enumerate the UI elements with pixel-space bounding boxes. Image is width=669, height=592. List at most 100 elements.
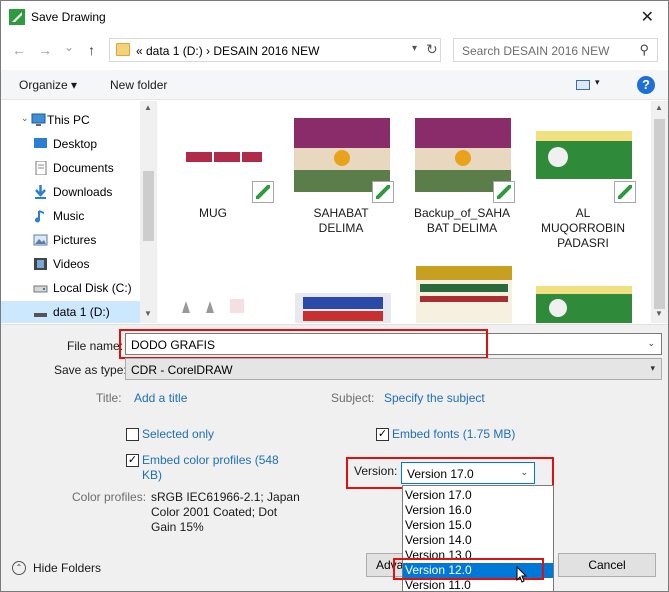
scroll-down-icon[interactable]: ▼: [144, 309, 152, 318]
file-tile[interactable]: SAHABAT DELIMA: [286, 101, 396, 241]
file-name: PADASRI: [557, 236, 609, 250]
folder-icon: [116, 43, 130, 56]
cdr-file-icon: [614, 181, 636, 203]
chevron-down-icon[interactable]: ▾: [412, 43, 417, 54]
address-bar[interactable]: « data 1 (D:) › DESAIN 2016 NEW ▾ ↻: [109, 38, 441, 62]
nav-item-downloads[interactable]: Downloads: [1, 181, 141, 203]
pictures-icon: [33, 234, 48, 246]
nav-item-documents[interactable]: Documents: [1, 157, 141, 179]
nav-label: Music: [53, 209, 85, 223]
help-icon[interactable]: ?: [637, 76, 655, 94]
file-name: MUG: [199, 206, 227, 220]
window-title: Save Drawing: [31, 10, 106, 24]
file-name: AL: [575, 206, 591, 220]
nav-item-local-disk-c[interactable]: Local Disk (C:): [1, 277, 141, 299]
toolbar: Organize ▾ New folder ▾ ?: [1, 70, 668, 100]
nav-item-pictures[interactable]: Pictures: [1, 229, 141, 251]
embed-color-profiles-label-line2[interactable]: KB): [142, 468, 162, 482]
chevron-down-icon[interactable]: ▾: [650, 363, 655, 374]
file-name: Backup_of_SAHA: [413, 206, 511, 220]
nav-label: Videos: [53, 257, 90, 271]
title-label: Title:: [96, 391, 122, 405]
cancel-button[interactable]: Cancel: [558, 553, 656, 577]
drive-icon: [33, 285, 48, 293]
color-profiles-value-line3: Gain 15%: [151, 520, 204, 534]
scroll-up-icon[interactable]: ▲: [655, 103, 663, 112]
documents-icon: [35, 161, 47, 175]
search-input[interactable]: Search DESAIN 2016 NEW ⚲: [453, 38, 658, 62]
save-as-type-select[interactable]: CDR - CorelDRAW ▾: [125, 358, 662, 380]
nav-label: Downloads: [53, 185, 113, 199]
add-title-link[interactable]: Add a title: [134, 391, 187, 405]
scrollbar-thumb[interactable]: [654, 119, 665, 309]
downloads-icon: [35, 185, 46, 199]
color-profiles-label: Color profiles:: [72, 490, 147, 504]
view-dropdown-icon[interactable]: ▾: [595, 77, 600, 88]
version-option[interactable]: Version 15.0: [403, 518, 553, 533]
embed-color-profiles-checkbox[interactable]: ✓: [126, 454, 139, 467]
refresh-icon[interactable]: ↻: [426, 41, 438, 58]
nav-scrollbar[interactable]: ▲ ▼: [140, 101, 157, 323]
change-view-icon[interactable]: [576, 80, 590, 90]
version-option[interactable]: Version 11.0: [403, 578, 553, 591]
nav-item-data-d[interactable]: data 1 (D:): [1, 301, 141, 323]
nav-label: data 1 (D:): [53, 305, 110, 319]
highlight-box: [119, 329, 488, 359]
nav-label: Documents: [53, 161, 114, 175]
chevron-down-icon[interactable]: ⌄: [647, 338, 655, 349]
forward-arrow-icon[interactable]: →: [38, 42, 52, 58]
file-name-label: File name:: [67, 339, 124, 353]
nav-item-music[interactable]: Music: [1, 205, 141, 227]
breadcrumb[interactable]: « data 1 (D:) › DESAIN 2016 NEW: [136, 44, 319, 58]
new-folder-button[interactable]: New folder: [110, 78, 167, 92]
file-thumbnail[interactable]: [295, 293, 391, 323]
subject-label: Subject:: [331, 391, 375, 405]
cdr-file-icon: [372, 181, 394, 203]
file-grid: MUG SAHABAT DELIMA Backup_of_SAHA BAT DE…: [158, 101, 651, 323]
chevron-down-icon[interactable]: ⌄: [21, 113, 29, 124]
save-as-type-value: CDR - CorelDRAW: [131, 363, 233, 377]
nav-item-this-pc[interactable]: ⌄ This PC: [1, 109, 141, 131]
nav-label: This PC: [47, 113, 90, 127]
file-thumbnail[interactable]: [174, 293, 244, 323]
embed-fonts-label[interactable]: Embed fonts (1.75 MB): [392, 427, 515, 441]
embed-fonts-checkbox[interactable]: ✓: [376, 428, 389, 441]
specify-subject-link[interactable]: Specify the subject: [384, 391, 485, 405]
save-as-type-label: Save as type:: [54, 363, 127, 377]
back-arrow-icon[interactable]: ←: [12, 42, 26, 58]
title-bar: Save Drawing ✕: [1, 1, 668, 31]
nav-label: Local Disk (C:): [53, 281, 132, 295]
navigation-pane: ⌄ This PC Desktop Documents Downloads Mu…: [1, 101, 157, 323]
hide-folders-icon[interactable]: ⌃: [12, 561, 26, 575]
embed-color-profiles-label[interactable]: Embed color profiles (548: [142, 453, 279, 467]
file-tile[interactable]: MUG: [158, 101, 274, 241]
scroll-up-icon[interactable]: ▲: [144, 103, 152, 112]
nav-label: Desktop: [53, 137, 98, 151]
color-profiles-value-line2: Color 2001 Coated; Dot: [151, 505, 278, 519]
version-option[interactable]: Version 17.0: [403, 488, 553, 503]
version-option[interactable]: Version 16.0: [403, 503, 553, 518]
scroll-down-icon[interactable]: ▼: [655, 309, 663, 318]
version-option[interactable]: Version 14.0: [403, 533, 553, 548]
file-grid-scrollbar[interactable]: ▲ ▼: [651, 101, 668, 323]
file-tile[interactable]: AL MUQORROBIN PADASRI: [528, 101, 638, 261]
recent-locations-icon[interactable]: ⌄: [64, 40, 74, 54]
nav-item-videos[interactable]: Videos: [1, 253, 141, 275]
close-icon[interactable]: ✕: [641, 7, 654, 27]
up-arrow-icon[interactable]: ↑: [88, 42, 95, 58]
file-thumbnail[interactable]: [416, 266, 512, 323]
organize-button[interactable]: Organize ▾: [19, 78, 77, 92]
file-tile[interactable]: Backup_of_SAHA BAT DELIMA: [407, 101, 517, 241]
computer-icon: [31, 113, 46, 126]
hide-folders-button[interactable]: Hide Folders: [33, 561, 101, 575]
nav-item-desktop[interactable]: Desktop: [1, 133, 141, 155]
scrollbar-thumb[interactable]: [143, 171, 154, 241]
selected-only-checkbox[interactable]: [126, 428, 139, 441]
desktop-icon: [34, 138, 47, 148]
file-thumbnail: [186, 152, 262, 162]
color-profiles-value: sRGB IEC61966-2.1; Japan: [151, 490, 300, 504]
file-thumbnail[interactable]: [536, 286, 632, 323]
cdr-file-icon: [493, 181, 515, 203]
selected-only-label[interactable]: Selected only: [142, 427, 214, 441]
search-icon: ⚲: [639, 42, 649, 57]
